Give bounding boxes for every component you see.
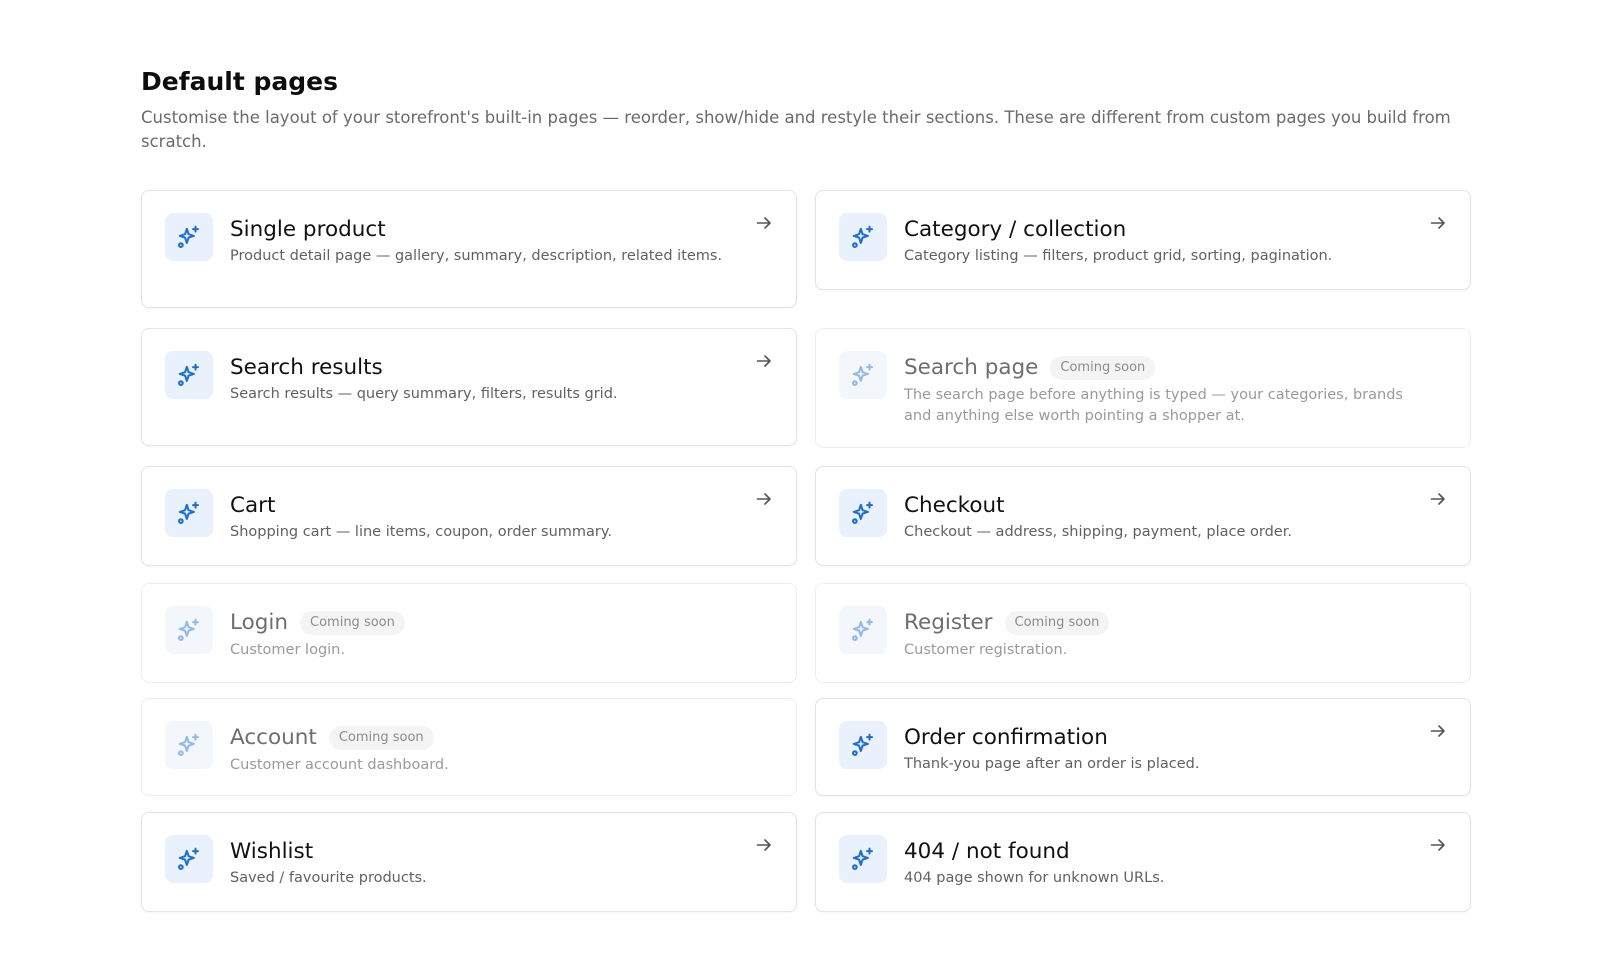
page-card-search-page: Search page Coming soon The search page be… xyxy=(815,328,1471,448)
card-description: Thank-you page after an order is placed. xyxy=(904,756,1200,772)
arrow-right-icon[interactable] xyxy=(1428,835,1448,855)
card-description: 404 page shown for unknown URLs. xyxy=(904,870,1165,886)
arrow-right-icon[interactable] xyxy=(754,835,774,855)
card-description: Saved / favourite products. xyxy=(230,870,427,886)
coming-soon-badge: Coming soon xyxy=(300,611,405,635)
page-card-cart[interactable]: Cart Shopping cart — line items, coupon, … xyxy=(141,466,797,566)
sparkles-icon xyxy=(839,835,887,883)
sparkles-icon xyxy=(165,351,213,399)
sparkles-icon xyxy=(165,213,213,261)
card-title: 404 / not found xyxy=(904,839,1070,864)
arrow-right-icon[interactable] xyxy=(754,351,774,371)
coming-soon-badge: Coming soon xyxy=(328,726,434,750)
sparkles-icon xyxy=(165,606,213,654)
page-card-login: Login Coming soon Customer login. xyxy=(141,583,797,683)
arrow-right-icon[interactable] xyxy=(1428,721,1448,741)
arrow-right-icon[interactable] xyxy=(754,489,774,509)
card-description: The search page before anything is typed… xyxy=(904,387,1403,424)
card-description: Product detail page — gallery, summary, … xyxy=(230,248,723,264)
page-header: Default pages Customise the layout of yo… xyxy=(141,66,1465,154)
coming-soon-badge: Coming soon xyxy=(1050,356,1156,380)
page-card-wishlist[interactable]: Wishlist Saved / favourite products. xyxy=(141,812,797,912)
card-title: Register xyxy=(904,610,993,635)
card-title: Single product xyxy=(230,217,386,242)
sparkles-icon xyxy=(839,489,887,537)
sparkles-icon xyxy=(165,489,213,537)
page-card-category-collection[interactable]: Category / collection Category listing — … xyxy=(815,190,1471,290)
page-card-404-not-found[interactable]: 404 / not found 404 page shown for unknow… xyxy=(815,812,1471,912)
page-card-order-confirmation[interactable]: Order confirmation Thank-you page after a… xyxy=(815,698,1471,796)
page-card-checkout[interactable]: Checkout Checkout — address, shipping, pa… xyxy=(815,466,1471,566)
page-title: Default pages xyxy=(141,67,338,96)
arrow-right-icon[interactable] xyxy=(1428,213,1448,233)
page-card-search-results[interactable]: Search results Search results — query sum… xyxy=(141,328,797,446)
page-card-account: Account Coming soon Customer account dashb… xyxy=(141,698,797,796)
sparkles-icon xyxy=(165,835,213,883)
page-card-register: Register Coming soon Customer registration… xyxy=(815,583,1471,683)
card-title: Order confirmation xyxy=(904,725,1108,750)
card-description: Checkout — address, shipping, payment, p… xyxy=(904,524,1292,540)
coming-soon-badge: Coming soon xyxy=(1004,611,1110,635)
card-description: Category listing — filters, product grid… xyxy=(904,248,1333,264)
card-title: Search results xyxy=(230,355,383,380)
card-description: Shopping cart — line items, coupon, orde… xyxy=(230,524,612,540)
card-description: Customer registration. xyxy=(904,642,1068,658)
sparkles-icon xyxy=(165,721,213,769)
arrow-right-icon[interactable] xyxy=(1428,489,1448,509)
card-title: Cart xyxy=(230,493,276,518)
arrow-right-icon[interactable] xyxy=(754,213,774,233)
sparkles-icon xyxy=(839,721,887,769)
card-title: Wishlist xyxy=(230,839,314,864)
card-title: Category / collection xyxy=(904,217,1127,242)
card-title: Search page xyxy=(904,355,1039,380)
card-description: Customer account dashboard. xyxy=(230,757,449,773)
page-card-single-product[interactable]: Single product Product detail page — gall… xyxy=(141,190,797,308)
card-description: Search results — query summary, filters,… xyxy=(230,386,618,402)
card-description: Customer login. xyxy=(230,642,345,658)
sparkles-icon xyxy=(839,213,887,261)
sparkles-icon xyxy=(839,351,887,399)
card-title: Checkout xyxy=(904,493,1005,518)
card-title: Login xyxy=(230,610,289,635)
card-title: Account xyxy=(230,725,317,750)
sparkles-icon xyxy=(839,606,887,654)
page-description: Customise the layout of your storefront'… xyxy=(141,108,1451,151)
